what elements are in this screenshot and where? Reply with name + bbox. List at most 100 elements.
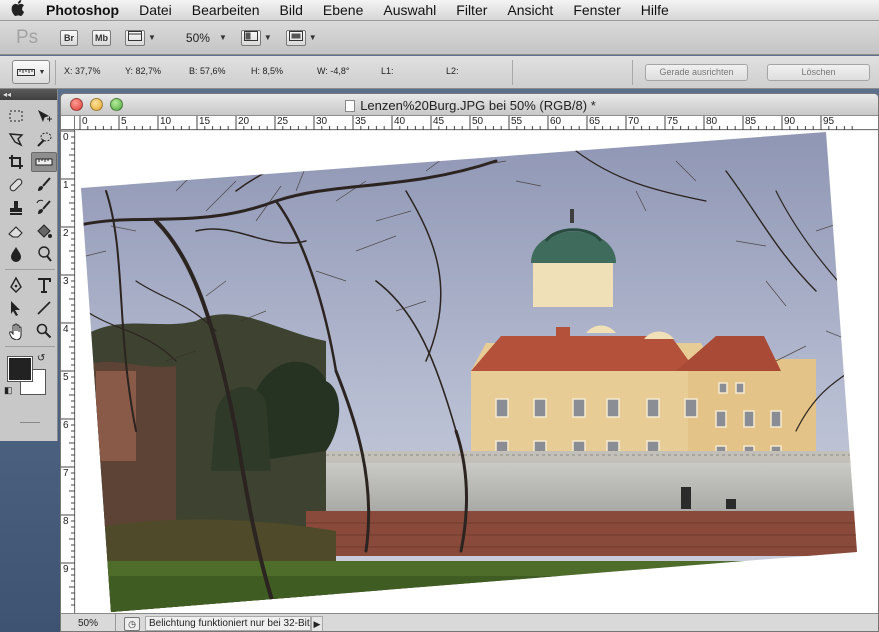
polygonal-lasso-icon bbox=[8, 133, 24, 147]
pen-tool[interactable] bbox=[3, 275, 29, 295]
vertical-ruler[interactable]: 0 1 2 3 4 5 6 7 8 9 bbox=[61, 130, 75, 613]
ruler-length2-value: L2: bbox=[446, 66, 459, 76]
tools-panel-header[interactable]: ◂◂ bbox=[0, 89, 57, 100]
menu-hilfe[interactable]: Hilfe bbox=[631, 0, 679, 21]
ruler-length1-value: L1: bbox=[381, 66, 394, 76]
ruler-label: 20 bbox=[238, 116, 250, 127]
spot-healing-tool[interactable] bbox=[3, 175, 29, 195]
tools-panel: ◂◂ ↺ ◧ bbox=[0, 89, 58, 441]
image-canvas[interactable] bbox=[76, 131, 878, 613]
foreground-color-swatch-top[interactable] bbox=[7, 356, 33, 382]
menu-bearbeiten[interactable]: Bearbeiten bbox=[182, 0, 270, 21]
status-zoom-level[interactable]: 50% bbox=[61, 613, 116, 631]
apple-icon[interactable] bbox=[0, 0, 36, 20]
ruler-angle-value: W: -4,8° bbox=[317, 66, 350, 76]
crop-tool[interactable] bbox=[3, 152, 29, 172]
ruler-label: 3 bbox=[63, 276, 69, 287]
zoom-level-dropdown[interactable]: 50% ▼ bbox=[170, 29, 227, 47]
chevron-down-icon: ▼ bbox=[218, 33, 227, 42]
history-brush-tool[interactable] bbox=[31, 198, 57, 218]
blur-tool[interactable] bbox=[3, 244, 29, 264]
hand-icon bbox=[9, 323, 22, 340]
swap-colors-icon[interactable]: ↺ bbox=[37, 353, 45, 364]
status-menu-arrow-icon[interactable]: ▶ bbox=[311, 615, 323, 631]
bandage-icon bbox=[9, 178, 23, 192]
ruler-label: 0 bbox=[63, 132, 69, 143]
options-separator bbox=[512, 60, 513, 85]
ruler-label: 5 bbox=[121, 116, 127, 127]
ruler-label: 75 bbox=[667, 116, 679, 127]
menu-bild[interactable]: Bild bbox=[270, 0, 313, 21]
bridge-icon: Br bbox=[60, 29, 78, 46]
ruler-label: 9 bbox=[63, 564, 69, 575]
move-icon bbox=[38, 110, 52, 122]
ruler-label: 40 bbox=[394, 116, 406, 127]
zoom-tool[interactable] bbox=[31, 321, 57, 341]
document-window: Lenzen%20Burg.JPG bei 50% (RGB/8) * 0 5 10… bbox=[60, 93, 879, 632]
straighten-button[interactable]: Gerade ausrichten bbox=[645, 64, 748, 81]
zoom-level-value: 50% bbox=[185, 30, 210, 45]
clear-button[interactable]: Löschen bbox=[767, 64, 870, 81]
launch-bridge-button[interactable]: Br bbox=[60, 29, 78, 47]
line-tool[interactable] bbox=[31, 298, 57, 318]
ruler-label: 10 bbox=[160, 116, 172, 127]
ruler-icon bbox=[16, 69, 35, 76]
ruler-label: 70 bbox=[628, 116, 640, 127]
ruler-label: 0 bbox=[82, 116, 88, 127]
view-extras-button[interactable]: ▼ bbox=[125, 29, 156, 47]
ruler-label: 65 bbox=[589, 116, 601, 127]
ruler-label: 2 bbox=[63, 228, 69, 239]
color-swatches: ↺ ◧ bbox=[0, 353, 57, 401]
document-icon bbox=[345, 100, 356, 112]
type-icon bbox=[38, 278, 51, 293]
tool-preset-picker[interactable]: ▼ bbox=[12, 60, 50, 84]
menu-datei[interactable]: Datei bbox=[129, 0, 182, 21]
type-tool[interactable] bbox=[31, 275, 57, 295]
default-colors-icon[interactable]: ◧ bbox=[4, 385, 13, 396]
eraser-tool[interactable] bbox=[3, 221, 29, 241]
ruler-label: 30 bbox=[316, 116, 328, 127]
menu-ebene[interactable]: Ebene bbox=[313, 0, 373, 21]
ruler-label: 50 bbox=[472, 116, 484, 127]
rectangular-marquee-icon bbox=[9, 110, 23, 122]
minibridge-icon: Mb bbox=[92, 29, 111, 46]
ruler-label: 90 bbox=[784, 116, 796, 127]
status-info-icon[interactable]: ◷ bbox=[124, 616, 140, 631]
ruler-label: 1 bbox=[63, 180, 69, 191]
tools-divider bbox=[5, 346, 55, 347]
ruler-label: 60 bbox=[550, 116, 562, 127]
arrange-documents-button[interactable]: ▼ bbox=[240, 29, 272, 47]
path-selection-tool[interactable] bbox=[3, 298, 29, 318]
move-tool[interactable] bbox=[31, 106, 57, 126]
document-title: Lenzen%20Burg.JPG bei 50% (RGB/8) * bbox=[360, 98, 596, 113]
menu-filter[interactable]: Filter bbox=[446, 0, 497, 21]
paint-bucket-tool[interactable] bbox=[31, 221, 57, 241]
options-separator bbox=[55, 60, 56, 85]
marquee-tool[interactable] bbox=[3, 106, 29, 126]
menu-ansicht[interactable]: Ansicht bbox=[497, 0, 563, 21]
menu-fenster[interactable]: Fenster bbox=[563, 0, 630, 21]
lasso-tool[interactable] bbox=[3, 129, 29, 149]
chevron-down-icon: ▼ bbox=[38, 68, 46, 76]
screen-mode-button[interactable]: ▼ bbox=[285, 29, 317, 47]
document-titlebar[interactable]: Lenzen%20Burg.JPG bei 50% (RGB/8) * bbox=[61, 94, 878, 116]
ruler-label: 6 bbox=[63, 420, 69, 431]
menu-photoshop[interactable]: Photoshop bbox=[36, 0, 129, 21]
quick-mask-divider bbox=[20, 422, 40, 423]
brush-icon bbox=[38, 177, 51, 191]
quick-selection-tool[interactable] bbox=[31, 129, 57, 149]
ruler-label: 7 bbox=[63, 468, 69, 479]
ruler-origin[interactable] bbox=[61, 116, 75, 130]
ruler-tool[interactable] bbox=[31, 152, 57, 172]
ruler-label: 4 bbox=[63, 324, 69, 335]
ruler-label: 25 bbox=[277, 116, 289, 127]
launch-minibridge-button[interactable]: Mb bbox=[92, 29, 111, 47]
hand-tool[interactable] bbox=[3, 321, 29, 341]
brush-tool[interactable] bbox=[31, 175, 57, 195]
horizontal-ruler[interactable]: 0 5 10 15 20 25 30 35 40 45 50 55 60 65 70 75 80 85 90 95 bbox=[75, 116, 878, 130]
clone-stamp-tool[interactable] bbox=[3, 198, 29, 218]
droplet-icon bbox=[11, 247, 21, 262]
status-bar: 50% ◷ Belichtung funktioniert nur bei 32… bbox=[61, 613, 878, 631]
menu-auswahl[interactable]: Auswahl bbox=[373, 0, 446, 21]
dodge-tool[interactable] bbox=[31, 244, 57, 264]
